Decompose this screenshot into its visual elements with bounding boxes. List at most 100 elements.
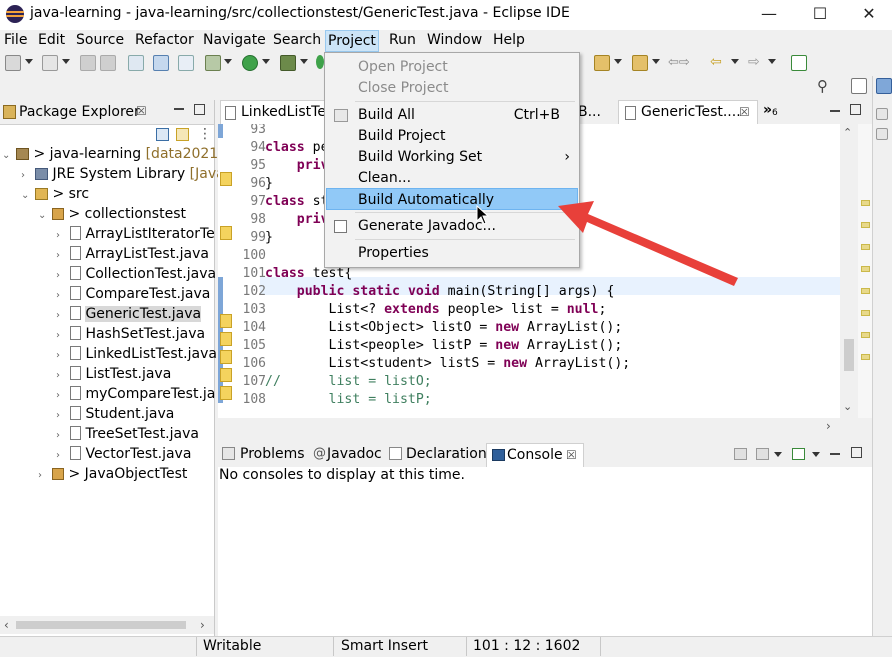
- overview-marker[interactable]: [861, 288, 870, 294]
- scroll-right-icon[interactable]: ›: [826, 419, 831, 433]
- tab-declaration[interactable]: Declaration: [406, 446, 487, 462]
- menu-file[interactable]: File: [4, 32, 27, 48]
- minimize-editor-icon[interactable]: [830, 110, 840, 112]
- menu-run[interactable]: Run: [389, 32, 416, 48]
- code-line[interactable]: List<people> listP = new ArrayList();: [265, 338, 623, 353]
- warning-marker-icon[interactable]: [220, 172, 232, 186]
- chevron-right-icon[interactable]: ›: [56, 326, 66, 346]
- tab-overflow-icon[interactable]: »: [763, 102, 772, 118]
- warning-marker-icon[interactable]: [220, 314, 232, 328]
- tab-console-active[interactable]: Console ☒: [486, 443, 584, 468]
- next-annotation-icon[interactable]: [594, 55, 610, 71]
- tree-item-src[interactable]: ⌄ > src: [0, 184, 214, 204]
- last-edit-icon[interactable]: ⇦⇨: [668, 55, 690, 70]
- chevron-right-icon[interactable]: ›: [56, 306, 66, 326]
- scroll-down-icon[interactable]: ⌄: [843, 400, 852, 413]
- view-menu-icon[interactable]: ⋮: [198, 126, 212, 142]
- task-list-icon[interactable]: [876, 128, 888, 140]
- minimize-view-icon[interactable]: [830, 453, 840, 455]
- code-line[interactable]: list = listP;: [265, 392, 432, 407]
- console-area[interactable]: No consoles to display at this time.: [218, 467, 872, 636]
- chevron-down-icon[interactable]: [768, 59, 776, 64]
- tree-item-file[interactable]: › ArrayListIteratorTe: [0, 224, 215, 244]
- save-icon[interactable]: [80, 55, 96, 71]
- close-view-icon[interactable]: ☒: [136, 104, 147, 118]
- maximize-editor-icon[interactable]: [850, 104, 861, 115]
- search-icon[interactable]: ⚲: [817, 77, 828, 95]
- code-line[interactable]: class st: [265, 194, 329, 209]
- menu-navigate[interactable]: Navigate: [203, 32, 266, 48]
- menu-search[interactable]: Search: [273, 32, 321, 48]
- chevron-down-icon[interactable]: [774, 452, 782, 457]
- minimize-view-icon[interactable]: [174, 108, 184, 110]
- overview-marker[interactable]: [861, 200, 870, 206]
- close-tab-icon[interactable]: ☒: [566, 448, 577, 462]
- save-all-icon[interactable]: [100, 55, 116, 71]
- scroll-right-icon[interactable]: ›: [200, 618, 205, 632]
- tree-item-file[interactable]: › HashSetTest.java: [0, 324, 214, 344]
- minimize-button[interactable]: —: [746, 2, 792, 26]
- overview-marker[interactable]: [861, 310, 870, 316]
- menu-window[interactable]: Window: [427, 32, 482, 48]
- previous-annotation-icon[interactable]: [632, 55, 648, 71]
- code-line[interactable]: List<? extends people> list = null;: [265, 302, 607, 317]
- console-icon[interactable]: [153, 55, 169, 71]
- menu-item-close-project[interactable]: Close Project: [326, 77, 578, 99]
- tree-item-file[interactable]: › CompareTest.java: [0, 284, 214, 304]
- overview-marker[interactable]: [861, 354, 870, 360]
- external-tools-icon[interactable]: [316, 55, 324, 69]
- tree-item-file[interactable]: › LinkedListTest.java: [0, 344, 217, 366]
- tree-item-file[interactable]: › myCompareTest.ja: [0, 384, 215, 406]
- outline-icon[interactable]: [876, 108, 888, 120]
- pin-console-icon[interactable]: [734, 448, 747, 460]
- warning-marker-icon[interactable]: [220, 386, 232, 400]
- back-icon[interactable]: ⇦: [710, 54, 722, 70]
- chevron-down-icon[interactable]: ⌄: [38, 206, 48, 226]
- overview-marker[interactable]: [861, 222, 870, 228]
- scroll-up-icon[interactable]: ⌃: [843, 126, 852, 139]
- chevron-right-icon[interactable]: ›: [56, 386, 66, 406]
- code-line[interactable]: priv: [265, 158, 329, 173]
- menu-item-properties[interactable]: Properties: [326, 242, 578, 264]
- warning-marker-icon[interactable]: [220, 350, 232, 364]
- chevron-right-icon[interactable]: ›: [21, 166, 31, 186]
- menu-item-open-project[interactable]: Open Project: [326, 56, 578, 78]
- tree-item-file[interactable]: › CollectionTest.java: [0, 264, 216, 284]
- open-perspective-icon[interactable]: [851, 78, 867, 94]
- menu-item-build-working-set[interactable]: Build Working Set ›: [326, 146, 578, 168]
- chevron-down-icon[interactable]: [262, 59, 270, 64]
- chevron-down-icon[interactable]: [224, 59, 232, 64]
- tree-item-file[interactable]: › Student.java: [0, 404, 214, 424]
- coverage-icon[interactable]: [280, 55, 296, 71]
- chevron-down-icon[interactable]: [300, 59, 308, 64]
- chevron-down-icon[interactable]: ⌄: [21, 186, 31, 206]
- editor-vscroll[interactable]: ⌃ ⌄: [840, 124, 858, 418]
- chevron-right-icon[interactable]: ›: [56, 246, 66, 266]
- chevron-down-icon[interactable]: [812, 452, 820, 457]
- chevron-right-icon[interactable]: ›: [56, 446, 66, 466]
- maximize-view-icon[interactable]: [194, 104, 205, 115]
- code-line[interactable]: class pe: [265, 140, 329, 155]
- chevron-right-icon[interactable]: ›: [56, 406, 66, 426]
- chevron-down-icon[interactable]: [614, 59, 622, 64]
- menu-source[interactable]: Source: [76, 32, 124, 48]
- tab-linkedlisttest[interactable]: LinkedListTe...: [220, 100, 339, 125]
- package-explorer-title[interactable]: Package Explorer: [19, 104, 140, 120]
- code-line[interactable]: }: [265, 176, 273, 191]
- scroll-thumb[interactable]: [16, 621, 186, 629]
- chevron-right-icon[interactable]: ›: [56, 366, 66, 386]
- menu-item-build-project[interactable]: Build Project: [326, 125, 578, 147]
- code-line[interactable]: // list = listO;: [265, 374, 432, 389]
- code-line[interactable]: priv: [265, 212, 329, 227]
- new-dropdown-icon[interactable]: [25, 59, 33, 64]
- tab-javadoc[interactable]: Javadoc: [327, 446, 382, 462]
- code-line[interactable]: class test{: [265, 266, 352, 281]
- pin-editor-icon[interactable]: [791, 55, 807, 71]
- code-line[interactable]: List<student> listS = new ArrayList();: [265, 356, 631, 371]
- tree-item-file[interactable]: › ArrayListTest.java: [0, 244, 214, 264]
- java-perspective-icon[interactable]: [876, 78, 892, 94]
- editor-hscroll[interactable]: ›: [218, 418, 840, 435]
- tree-item-java-learning[interactable]: ⌄ > java-learning [data20212: [0, 144, 227, 164]
- tab-hidden[interactable]: B...: [578, 104, 601, 120]
- chevron-right-icon[interactable]: ›: [56, 346, 66, 366]
